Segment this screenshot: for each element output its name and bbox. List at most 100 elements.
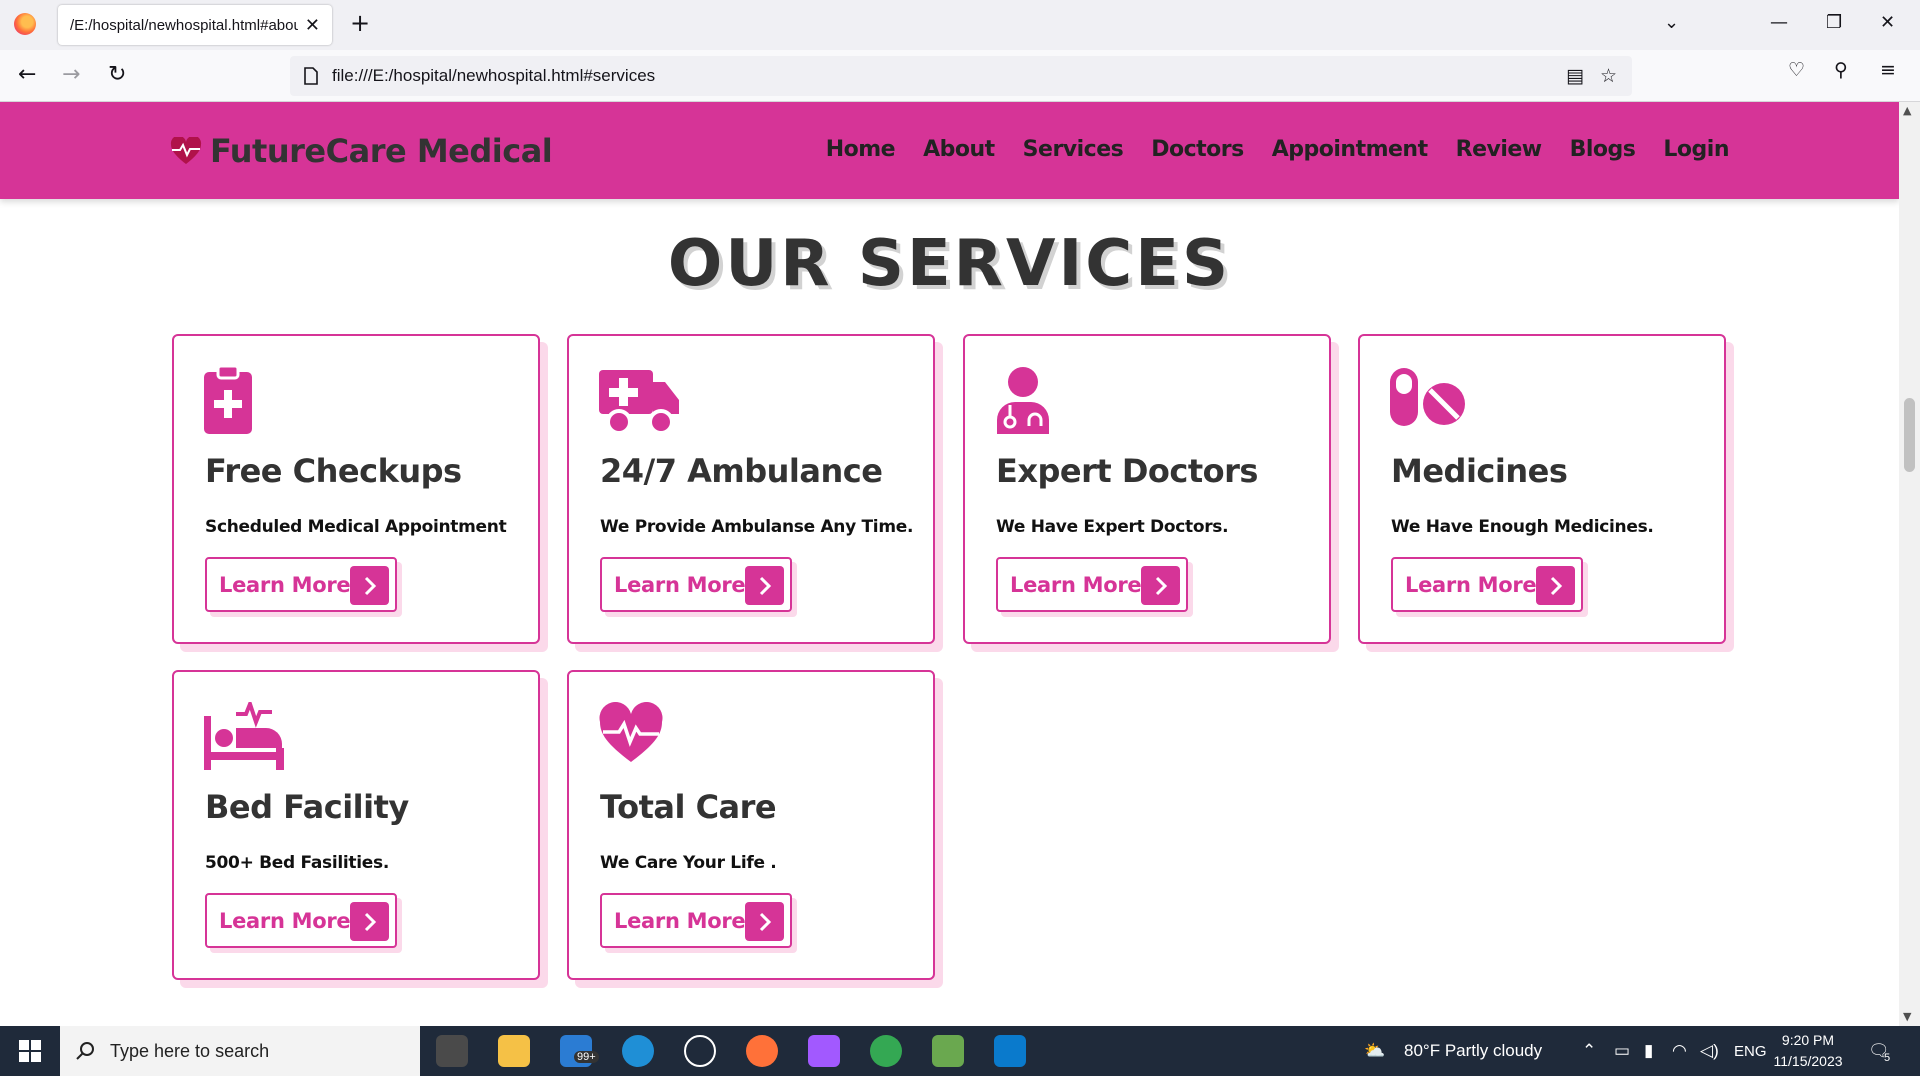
learn-more-label: Learn More <box>614 908 746 933</box>
bookmark-star-icon[interactable]: ☆ <box>1600 65 1617 87</box>
task-view-icon[interactable] <box>436 1035 468 1067</box>
menu-blogs[interactable]: Blogs <box>1570 137 1636 162</box>
search-placeholder: Type here to search <box>110 1040 270 1061</box>
mail-icon[interactable]: 99+ <box>560 1035 599 1067</box>
card-title: Free Checkups <box>205 452 462 490</box>
page-viewport: FutureCare Medical Home About Services D… <box>0 102 1899 1026</box>
card-title: Bed Facility <box>205 788 409 826</box>
browser-nav-bar: ← → ↻ file:///E:/hospital/newhospital.ht… <box>0 50 1920 102</box>
restore-icon[interactable]: ❐ <box>1826 12 1842 33</box>
weather-text[interactable]: 80°F Partly cloudy <box>1404 1041 1542 1061</box>
learn-more-button[interactable]: Learn More <box>600 893 792 948</box>
chevron-right-icon <box>1141 566 1180 605</box>
browser-tab[interactable]: /E:/hospital/newhospital.html#about ✕ <box>58 5 332 45</box>
menu-appointment[interactable]: Appointment <box>1272 137 1428 162</box>
browser-tab-bar: /E:/hospital/newhospital.html#about ✕ + … <box>0 0 1920 50</box>
windows-logo-icon <box>19 1040 41 1062</box>
site-header: FutureCare Medical Home About Services D… <box>0 102 1899 199</box>
service-card: Expert Doctors We Have Expert Doctors. L… <box>963 334 1331 644</box>
back-icon[interactable]: ← <box>18 62 36 87</box>
learn-more-label: Learn More <box>614 572 746 597</box>
window-close-icon[interactable]: ✕ <box>1880 12 1895 33</box>
notification-count: 5 <box>1884 1052 1891 1064</box>
app-menu-icon[interactable]: ≡ <box>1880 59 1896 81</box>
menu-about[interactable]: About <box>923 137 995 162</box>
menu-doctors[interactable]: Doctors <box>1151 137 1244 162</box>
scroll-down-icon[interactable]: ▼ <box>1903 1010 1911 1023</box>
service-card: 24/7 Ambulance We Provide Ambulanse Any … <box>567 334 935 644</box>
taskbar-search[interactable]: Type here to search <box>60 1026 420 1076</box>
card-description: We Care Your Life . <box>600 853 777 873</box>
card-title: Total Care <box>600 788 777 826</box>
learn-more-button[interactable]: Learn More <box>205 893 397 948</box>
battery-icon[interactable]: ▮ <box>1644 1041 1653 1061</box>
new-tab-icon[interactable]: + <box>350 9 370 37</box>
section-heading: OUR SERVICES <box>667 227 1232 301</box>
vscode-icon[interactable] <box>994 1035 1026 1067</box>
page-scrollbar[interactable]: ▲ ▼ <box>1899 102 1920 1026</box>
tab-list-chevron-icon[interactable]: ⌄ <box>1664 12 1679 33</box>
chevron-right-icon <box>745 902 784 941</box>
clock-time: 9:20 PM <box>1781 1032 1835 1048</box>
figma-icon[interactable] <box>808 1035 840 1067</box>
service-card: Bed Facility 500+ Bed Fasilities. Learn … <box>172 670 540 980</box>
chrome-icon[interactable] <box>870 1035 902 1067</box>
edge-icon[interactable] <box>622 1035 654 1067</box>
learn-more-label: Learn More <box>1405 572 1537 597</box>
search-icon <box>76 1042 94 1060</box>
meet-icon[interactable]: ▭ <box>1614 1041 1630 1061</box>
reader-view-icon[interactable]: ▤ <box>1566 65 1584 87</box>
chevron-right-icon <box>350 902 389 941</box>
menu-services[interactable]: Services <box>1023 137 1124 162</box>
language-indicator[interactable]: ENG <box>1734 1043 1767 1060</box>
card-description: Scheduled Medical Appointment <box>205 517 507 537</box>
clipboard-medical-icon <box>204 366 252 434</box>
clock[interactable]: 9:20 PM 11/15/2023 <box>1768 1030 1848 1072</box>
volume-icon[interactable]: ◁) <box>1700 1041 1719 1061</box>
scroll-up-icon[interactable]: ▲ <box>1903 104 1911 117</box>
menu-home[interactable]: Home <box>826 137 896 162</box>
pills-icon <box>1390 368 1465 426</box>
learn-more-label: Learn More <box>1010 572 1142 597</box>
brand-name: FutureCare Medical <box>210 132 553 170</box>
heart-pulse-icon <box>599 702 663 762</box>
learn-more-label: Learn More <box>219 572 351 597</box>
card-title: Medicines <box>1391 452 1568 490</box>
service-card: Total Care We Care Your Life . Learn Mor… <box>567 670 935 980</box>
menu-review[interactable]: Review <box>1456 137 1543 162</box>
card-title: Expert Doctors <box>996 452 1258 490</box>
firefox-icon[interactable] <box>14 13 36 35</box>
chevron-right-icon <box>745 566 784 605</box>
pocket-icon[interactable]: ♡ <box>1788 59 1805 81</box>
card-description: 500+ Bed Fasilities. <box>205 853 389 873</box>
firefox-taskbar-icon[interactable] <box>746 1035 778 1067</box>
learn-more-label: Learn More <box>219 908 351 933</box>
notepad-icon[interactable] <box>932 1035 964 1067</box>
tray-chevron-icon[interactable]: ⌃ <box>1582 1041 1596 1061</box>
learn-more-button[interactable]: Learn More <box>600 557 792 612</box>
weather-icon[interactable]: ⛅ <box>1364 1041 1385 1061</box>
wifi-icon[interactable]: ◠ <box>1672 1041 1687 1061</box>
card-description: We Have Expert Doctors. <box>996 517 1229 537</box>
clock-date: 11/15/2023 <box>1773 1053 1843 1069</box>
learn-more-button[interactable]: Learn More <box>1391 557 1583 612</box>
url-bar[interactable]: file:///E:/hospital/newhospital.html#ser… <box>290 56 1632 96</box>
menu-login[interactable]: Login <box>1663 137 1729 162</box>
start-button[interactable] <box>0 1026 60 1076</box>
dell-icon[interactable] <box>684 1035 716 1067</box>
tab-close-icon[interactable]: ✕ <box>305 15 320 36</box>
minimize-icon[interactable]: — <box>1770 12 1788 33</box>
mail-badge: 99+ <box>574 1051 599 1063</box>
file-explorer-icon[interactable] <box>498 1035 530 1067</box>
page-icon <box>304 67 318 85</box>
learn-more-button[interactable]: Learn More <box>996 557 1188 612</box>
reload-icon[interactable]: ↻ <box>108 62 126 87</box>
brand-logo[interactable]: FutureCare Medical <box>170 132 553 170</box>
forward-icon[interactable]: → <box>62 62 80 87</box>
bed-pulse-icon <box>204 702 284 770</box>
extensions-icon[interactable]: ⚲ <box>1834 59 1848 81</box>
card-description: We Provide Ambulanse Any Time. <box>600 517 914 537</box>
scroll-thumb[interactable] <box>1904 398 1915 472</box>
learn-more-button[interactable]: Learn More <box>205 557 397 612</box>
service-card: Free Checkups Scheduled Medical Appointm… <box>172 334 540 644</box>
